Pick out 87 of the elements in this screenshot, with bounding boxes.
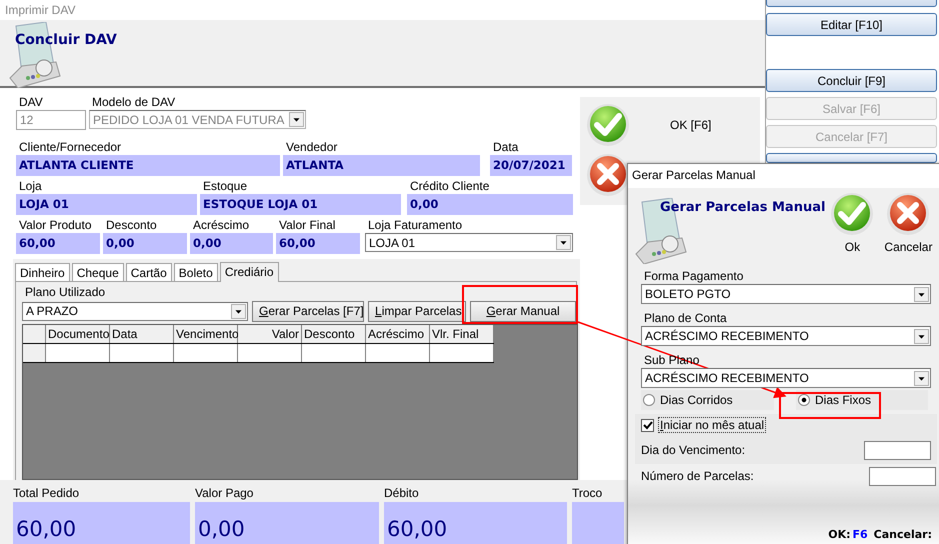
- total-label: Valor Pago: [195, 486, 254, 502]
- total-label: Total Pedido: [13, 486, 80, 502]
- value-field: ATLANTA CLIENTE: [16, 155, 280, 176]
- tab[interactable]: Boleto: [174, 263, 218, 281]
- total-value: 60,00: [384, 502, 567, 544]
- total-value: 0,00: [195, 502, 379, 544]
- field-label: Desconto: [105, 217, 158, 233]
- dialog-title: Gerar Parcelas Manual: [632, 168, 756, 182]
- value-field: 0,00: [103, 233, 187, 254]
- field-label: Plano de Conta: [643, 310, 727, 326]
- action-label: OK [F6]: [670, 118, 712, 132]
- column-header[interactable]: Valor: [238, 325, 302, 343]
- checkmark-icon[interactable]: [586, 103, 630, 147]
- caret-icon[interactable]: [231, 304, 246, 318]
- field-label: Loja: [18, 178, 43, 194]
- tab[interactable]: Cheque: [72, 263, 124, 281]
- page-heading: Concluir DAV: [15, 32, 117, 48]
- side-button[interactable]: [766, 153, 937, 163]
- value-field: 60,00: [16, 233, 100, 254]
- column-header[interactable]: Data: [110, 325, 174, 343]
- side-button[interactable]: Concluir [F9]: [766, 69, 937, 92]
- field-label: Vendedor: [285, 139, 338, 155]
- field-label: Estoque: [202, 178, 248, 194]
- action-button[interactable]: Gerar Parcelas [F7]: [252, 300, 364, 322]
- field-label: Crédito Cliente: [409, 178, 490, 194]
- field-label: Valor Produto: [18, 217, 92, 233]
- dialog-heading: Gerar Parcelas Manual: [660, 200, 826, 217]
- field-label: Plano Utilizado: [24, 284, 106, 300]
- action-button[interactable]: Limpar Parcelas: [368, 300, 466, 322]
- caret-icon[interactable]: [914, 328, 929, 344]
- value-field: ESTOQUE LOJA 01: [200, 194, 401, 215]
- field-label: DAV: [18, 94, 44, 110]
- action-label: Cancelar: [884, 240, 932, 254]
- field-label: Forma Pagamento: [643, 268, 744, 284]
- column-header[interactable]: Acréscimo: [366, 325, 430, 343]
- caret-icon[interactable]: [556, 235, 571, 250]
- column-header[interactable]: Desconto: [302, 325, 366, 343]
- checkbox-label: Iniciar no mês atual: [658, 417, 766, 433]
- action-button[interactable]: Gerar Manual: [470, 300, 576, 322]
- total-label: Débito: [384, 486, 420, 502]
- dropdown-field[interactable]: A PRAZO: [22, 302, 248, 320]
- field-label: Modelo de DAV: [91, 94, 176, 110]
- window-title: Imprimir DAV: [5, 3, 76, 17]
- checkbox[interactable]: [641, 418, 654, 432]
- radio-label: Dias Fixos: [815, 393, 872, 407]
- value-field: 20/07/2021: [490, 155, 572, 176]
- checkmark-icon[interactable]: [830, 192, 874, 236]
- radio-button[interactable]: [643, 394, 655, 406]
- table-row[interactable]: [23, 344, 494, 363]
- field-label: Loja Faturamento: [367, 217, 464, 233]
- field-label: Acréscimo: [192, 217, 250, 233]
- radio-button[interactable]: [798, 394, 810, 406]
- dropdown-field[interactable]: ACRÉSCIMO RECEBIMENTO: [641, 326, 931, 346]
- close-icon[interactable]: [586, 153, 630, 197]
- value-field: 0,00: [190, 233, 273, 254]
- field-label: Cliente/Fornecedor: [18, 139, 122, 155]
- total-value-field: [572, 502, 624, 544]
- value-field: LOJA 01: [16, 194, 197, 215]
- field-label: Número de Parcelas:: [641, 469, 754, 483]
- shortcut-label: OK:: [828, 528, 850, 541]
- value-field: ATLANTA: [283, 155, 480, 176]
- column-header[interactable]: Vencimento: [174, 325, 238, 343]
- side-button[interactable]: Editar [F10]: [766, 13, 937, 36]
- tab[interactable]: Crediário: [220, 262, 278, 282]
- tab[interactable]: Cartão: [126, 263, 172, 281]
- caret-icon[interactable]: [914, 286, 929, 302]
- value-field: 0,00: [407, 194, 573, 215]
- shortcut-label: Cancelar:: [874, 528, 932, 541]
- dropdown-field[interactable]: ACRÉSCIMO RECEBIMENTO: [641, 368, 931, 388]
- shortcut-key: F6: [852, 528, 868, 541]
- field-label: Data: [492, 139, 520, 155]
- text-field[interactable]: [869, 466, 936, 486]
- column-header[interactable]: Documento: [46, 325, 110, 343]
- close-icon[interactable]: [886, 192, 930, 236]
- tab[interactable]: Dinheiro: [15, 263, 70, 281]
- dropdown-field[interactable]: BOLETO PGTO: [641, 284, 931, 304]
- value-field: 60,00: [276, 233, 360, 254]
- caret-icon[interactable]: [914, 370, 929, 386]
- action-label: Ok: [844, 240, 860, 254]
- total-value: 60,00: [13, 502, 190, 544]
- column-header[interactable]: Vlr. Final: [430, 325, 494, 343]
- text-field[interactable]: [864, 440, 931, 460]
- total-label: Troco: [572, 486, 604, 502]
- field-label: Valor Final: [278, 217, 336, 233]
- field-label: Dia do Vencimento:: [641, 443, 746, 457]
- radio-label: Dias Corridos: [660, 393, 733, 407]
- dropdown-field[interactable]: LOJA 01: [365, 233, 573, 252]
